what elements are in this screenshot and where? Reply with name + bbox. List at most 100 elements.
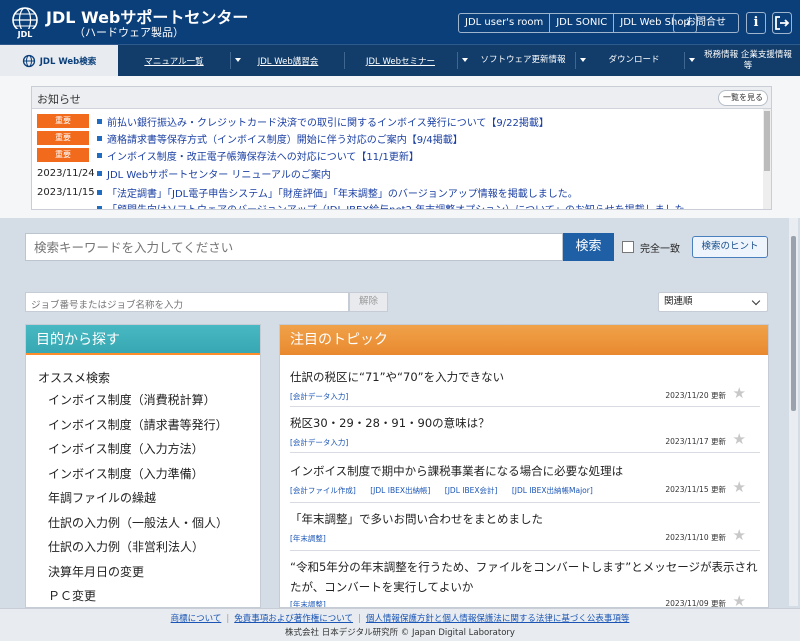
topic-title[interactable]: 税区30・29・28・91・90の意味は？: [290, 415, 760, 431]
caret-down-icon[interactable]: [580, 58, 586, 62]
scrollbar-thumb[interactable]: [791, 236, 796, 411]
link-jdl-sonic[interactable]: JDL SONIC: [550, 14, 615, 32]
topic-date: 2023/11/09 更新: [665, 599, 726, 608]
chevron-down-icon: [751, 296, 761, 306]
info-icon[interactable]: i: [746, 12, 766, 34]
news-link[interactable]: 「法定調書」「JDL電子申告システム」「財産評価」「年末調整」のバージョンアップ…: [107, 185, 578, 200]
purpose-item[interactable]: 仕訳の入力例（非営利法人）: [48, 538, 204, 555]
news-row: 「顧問先向けソフトウェアのバージョンアップ（JDL IBEX給与net2 年末調…: [97, 200, 695, 210]
clear-button[interactable]: 解除: [349, 292, 388, 312]
news-scrollbar[interactable]: [763, 109, 771, 209]
bullet-icon: [97, 205, 102, 209]
purpose-item[interactable]: インボイス制度（消費税計算）: [48, 391, 216, 408]
purpose-item[interactable]: インボイス制度（入力方法）: [48, 440, 204, 457]
topic-tag[interactable]: [会計データ入力]: [290, 438, 348, 447]
topic-tag[interactable]: [年末調整]: [290, 534, 326, 543]
link-users-room[interactable]: JDL user's room: [459, 14, 551, 32]
nav-divider: [230, 52, 231, 69]
search-button[interactable]: 検索: [563, 233, 614, 261]
topic-tag[interactable]: [会計データ入力]: [290, 392, 348, 401]
news-row: 重要 適格請求書等保存方式（インボイス制度）開始に伴う対応のご案内【9/4掲載】: [37, 130, 463, 146]
bullet-icon: [97, 152, 102, 158]
topic-item: インボイス制度で期中から課税事業者になる場合に必要な処理は [会計ファイル作成]…: [290, 463, 760, 503]
news-link[interactable]: 「顧問先向けソフトウェアのバージョンアップ（JDL IBEX給与net2 年末調…: [107, 201, 695, 210]
purpose-item[interactable]: インボイス制度（請求書等発行）: [48, 416, 228, 433]
exact-match-checkbox[interactable]: [622, 241, 634, 253]
main-nav: JDL Web検索 マニュアル一覧 JDL Web講習会 JDL Webセミナー…: [0, 44, 800, 76]
star-icon[interactable]: ★: [733, 386, 746, 401]
copyright: 株式会社 日本デジタル研究所 © Japan Digital Laborator…: [285, 628, 515, 638]
tab-manuals[interactable]: マニュアル一覧: [118, 45, 230, 76]
footer-link-disclaimer[interactable]: 免責事項および著作権について: [234, 614, 353, 624]
globe-search-icon: [22, 54, 35, 67]
news-link[interactable]: 適格請求書等保存方式（インボイス制度）開始に伴う対応のご案内【9/4掲載】: [107, 131, 463, 146]
site-subtitle: （ハードウェア製品）: [74, 26, 184, 39]
job-filter-input[interactable]: [26, 296, 348, 315]
tab-software-updates[interactable]: ソフトウェア更新情報: [471, 45, 575, 76]
purpose-title: 目的から探す: [26, 325, 260, 355]
topic-title[interactable]: 仕訳の税区に“71”や“70”を入力できない: [290, 369, 760, 385]
purpose-item[interactable]: 仕訳の入力例（一般法人・個人）: [48, 514, 228, 531]
news-link[interactable]: JDL Webサポートセンター リニューアルのご案内: [107, 166, 331, 181]
contact-button[interactable]: お問合せ: [673, 13, 739, 33]
star-icon[interactable]: ★: [733, 480, 746, 495]
search-hint-button[interactable]: 検索のヒント: [692, 236, 768, 258]
footer-link-trademark[interactable]: 商標について: [171, 614, 222, 624]
purpose-item[interactable]: インボイス制度（入力準備）: [48, 465, 204, 482]
caret-down-icon[interactable]: [235, 58, 241, 62]
tab-tax-info[interactable]: 税務情報 企業支援情報等: [704, 45, 792, 76]
sort-select[interactable]: 関連順: [658, 292, 768, 312]
star-icon[interactable]: ★: [733, 528, 746, 543]
topic-tag[interactable]: [JDL IBEX会計]: [445, 486, 498, 495]
svg-text:JDL: JDL: [17, 30, 33, 39]
caret-down-icon[interactable]: [689, 58, 695, 62]
topic-item: 「年末調整」で多いお問い合わせをまとめました [年末調整] 2023/11/10…: [290, 511, 760, 551]
news-box: お知らせ 一覧を見る 重要 前払い銀行振込み・クレジットカード決済での取引に関す…: [31, 86, 772, 210]
topic-tag[interactable]: [年末調整]: [290, 600, 326, 607]
nav-divider: [684, 52, 685, 69]
news-link[interactable]: インボイス制度・改正電子帳簿保存法への対応について【11/1更新】: [107, 148, 419, 163]
tab-web-course[interactable]: JDL Web講習会: [244, 45, 332, 76]
topic-title[interactable]: “令和5年分の年末調整を行うため、ファイルをコンバートします”とメッセージが表示…: [290, 557, 760, 597]
topic-item: 仕訳の税区に“71”や“70”を入力できない [会計データ入力] 2023/11…: [290, 369, 760, 407]
topics-panel: 注目のトピック 仕訳の税区に“71”や“70”を入力できない [会計データ入力]…: [279, 324, 769, 608]
topic-tag[interactable]: [JDL IBEX出納帳Major]: [512, 486, 593, 495]
topic-tag[interactable]: [JDL IBEX出納帳]: [370, 486, 430, 495]
purpose-item[interactable]: 決算年月日の変更: [48, 563, 144, 580]
recommended-search-label: オススメ検索: [38, 371, 111, 385]
footer-links: 商標について | 免責事項および著作権について | 個人情報保護方針と個人情報保護法に関…: [0, 612, 800, 624]
bullet-icon: [97, 189, 102, 195]
news-row: 2023/11/15 「法定調書」「JDL電子申告システム」「財産評価」「年末調…: [37, 184, 578, 200]
topic-tag[interactable]: [会計ファイル作成]: [290, 486, 356, 495]
globe-logo-icon[interactable]: JDL: [8, 5, 42, 39]
topic-title[interactable]: 「年末調整」で多いお問い合わせをまとめました: [290, 511, 760, 527]
logout-icon[interactable]: [772, 12, 792, 34]
purpose-item[interactable]: ＰＣ変更: [48, 587, 96, 604]
tab-web-search[interactable]: JDL Web検索: [0, 45, 118, 76]
news-more-button[interactable]: 一覧を見る: [718, 90, 768, 106]
news-link[interactable]: 前払い銀行振込み・クレジットカード決済での取引に関するインボイス発行について【9…: [107, 114, 549, 129]
news-row: 重要 前払い銀行振込み・クレジットカード決済での取引に関するインボイス発行につい…: [37, 113, 549, 129]
footer-divider: |: [357, 614, 361, 624]
topics-title: 注目のトピック: [280, 325, 768, 355]
purpose-panel: 目的から探す オススメ検索 インボイス制度（消費税計算） インボイス制度（請求書…: [25, 324, 261, 608]
page-scrollbar[interactable]: [789, 218, 798, 606]
external-links: JDL user's room JDL SONIC JDL Web Shop: [458, 13, 697, 33]
topic-title[interactable]: インボイス制度で期中から課税事業者になる場合に必要な処理は: [290, 463, 760, 479]
tab-web-seminar[interactable]: JDL Webセミナー: [344, 45, 457, 76]
search-field: [25, 233, 563, 261]
news-title: お知らせ: [37, 93, 81, 106]
news-date: 2023/11/15: [37, 186, 95, 198]
bullet-icon: [97, 118, 102, 124]
star-icon[interactable]: ★: [733, 594, 746, 608]
footer-link-privacy[interactable]: 個人情報保護方針と個人情報保護法に関する法律に基づく公表事項等: [366, 614, 630, 624]
search-input[interactable]: [26, 234, 562, 260]
tab-download[interactable]: ダウンロード: [589, 45, 679, 76]
sort-select-value: 関連順: [664, 296, 693, 307]
star-icon[interactable]: ★: [733, 432, 746, 447]
topic-date: 2023/11/15 更新: [665, 485, 726, 494]
purpose-item[interactable]: 年調ファイルの繰越: [48, 489, 156, 506]
scrollbar-thumb[interactable]: [764, 111, 770, 171]
nav-divider: [575, 52, 576, 69]
caret-down-icon[interactable]: [462, 58, 468, 62]
